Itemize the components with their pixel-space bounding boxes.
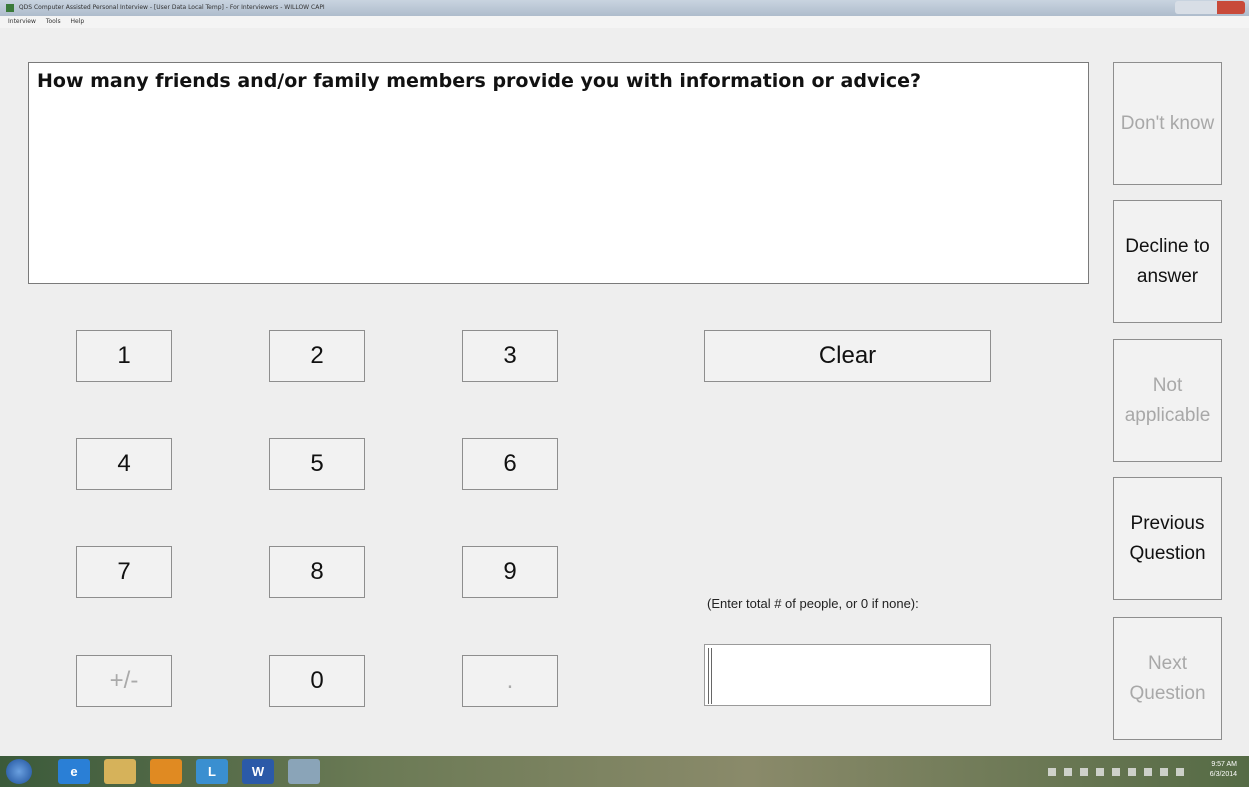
clear-button[interactable]: Clear — [704, 330, 991, 382]
question-text: How many friends and/or family members p… — [28, 62, 1089, 284]
key-plus-minus[interactable]: +/- — [76, 655, 172, 707]
key-9[interactable]: 9 — [462, 546, 558, 598]
app-icon — [6, 3, 14, 12]
system-tray[interactable] — [1048, 768, 1188, 776]
key-3[interactable]: 3 — [462, 330, 558, 382]
key-decimal[interactable]: . — [462, 655, 558, 707]
key-1[interactable]: 1 — [76, 330, 172, 382]
menubar: Interview Tools Help — [0, 16, 1249, 28]
lync-icon[interactable]: L — [196, 759, 228, 784]
key-4[interactable]: 4 — [76, 438, 172, 490]
taskbar: e L W 9:57 AM 6/3/2014 — [0, 756, 1249, 787]
app-taskbar-icon[interactable] — [288, 759, 320, 784]
answer-hint: (Enter total # of people, or 0 if none): — [707, 596, 919, 611]
clock-date: 6/3/2014 — [1209, 771, 1237, 778]
answer-input[interactable] — [704, 644, 991, 706]
key-0[interactable]: 0 — [269, 655, 365, 707]
next-question-button[interactable]: Next Question — [1113, 617, 1222, 740]
folder-icon[interactable] — [104, 759, 136, 784]
menu-interview[interactable]: Interview — [8, 18, 36, 25]
input-caret — [708, 648, 712, 704]
outlook-icon[interactable] — [150, 759, 182, 784]
word-icon[interactable]: W — [242, 759, 274, 784]
key-7[interactable]: 7 — [76, 546, 172, 598]
dont-know-button[interactable]: Don't know — [1113, 62, 1222, 185]
clock-time: 9:57 AM — [1211, 761, 1237, 768]
key-5[interactable]: 5 — [269, 438, 365, 490]
window-titlebar: QDS Computer Assisted Personal Interview… — [0, 0, 1249, 16]
clock[interactable]: 9:57 AM 6/3/2014 — [1210, 760, 1237, 780]
start-orb-icon[interactable] — [6, 759, 32, 784]
window-controls[interactable] — [1175, 1, 1245, 14]
key-8[interactable]: 8 — [269, 546, 365, 598]
window-title: QDS Computer Assisted Personal Interview… — [18, 4, 325, 11]
previous-question-button[interactable]: Previous Question — [1113, 477, 1222, 600]
menu-help[interactable]: Help — [71, 18, 85, 25]
ie-icon[interactable]: e — [58, 759, 90, 784]
key-6[interactable]: 6 — [462, 438, 558, 490]
not-applicable-button[interactable]: Not applicable — [1113, 339, 1222, 462]
menu-tools[interactable]: Tools — [46, 18, 61, 25]
key-2[interactable]: 2 — [269, 330, 365, 382]
decline-to-answer-button[interactable]: Decline to answer — [1113, 200, 1222, 323]
